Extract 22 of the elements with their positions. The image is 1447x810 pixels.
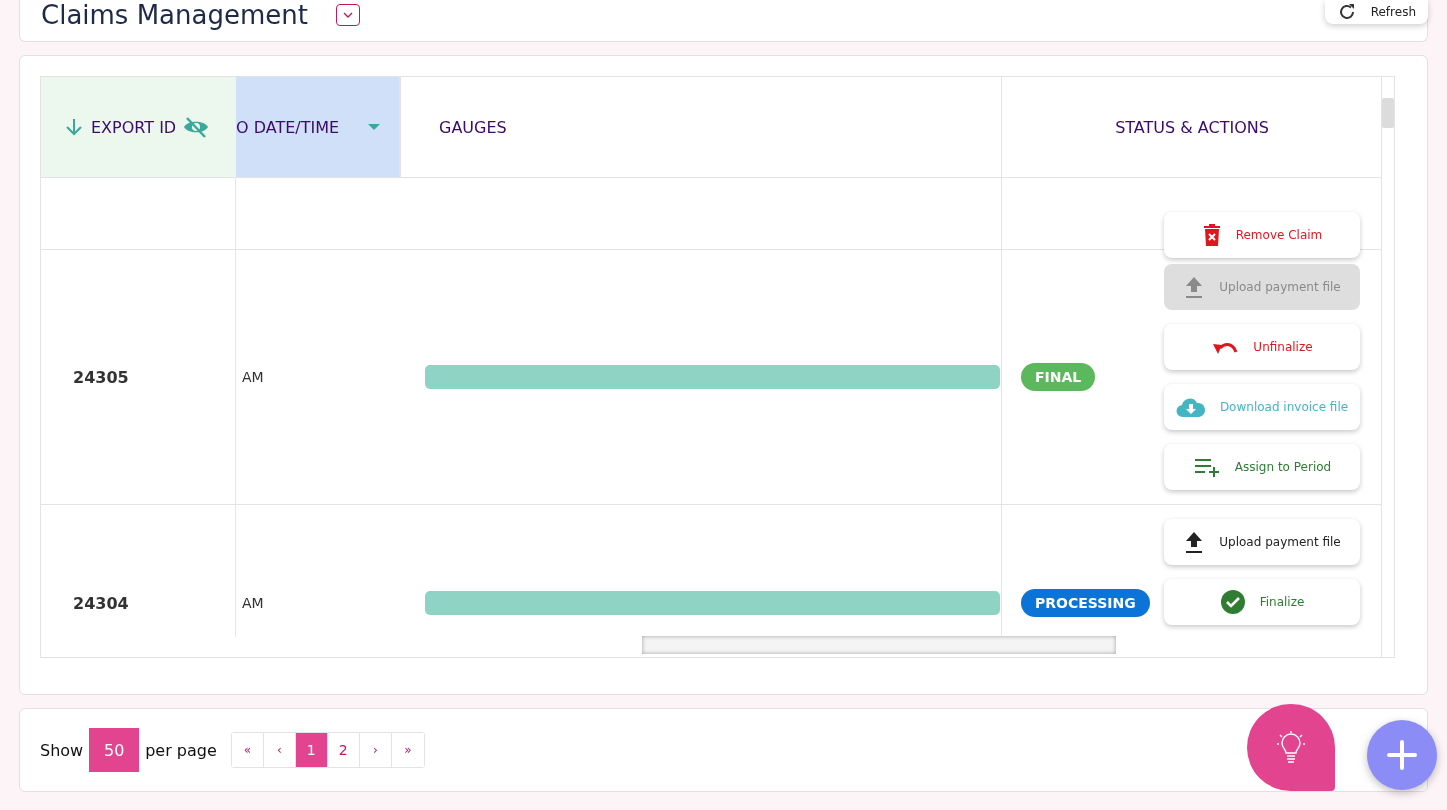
status-badge: PROCESSING xyxy=(1021,589,1150,617)
action-button[interactable]: Assign to Period xyxy=(1164,444,1360,490)
page-link[interactable]: « xyxy=(231,733,264,767)
action-button[interactable]: Remove Claim xyxy=(1164,212,1360,258)
export-id: 24304 xyxy=(73,593,129,613)
status-badge: FINAL xyxy=(1021,363,1096,391)
page-title: Claims Management xyxy=(41,0,308,30)
column-header[interactable]: STATUS & ACTIONS xyxy=(1002,77,1382,177)
column-header[interactable]: EXPORT ID xyxy=(41,77,236,177)
refresh-button[interactable]: Refresh xyxy=(1324,0,1428,24)
show-label: Show xyxy=(40,740,84,760)
action-button[interactable]: Finalize xyxy=(1164,579,1360,625)
per-page-label: per page xyxy=(145,740,217,760)
date-time: AM xyxy=(242,595,264,611)
column-header[interactable]: GAUGES xyxy=(401,77,1002,177)
page-size-button[interactable]: 50 xyxy=(89,728,140,772)
action-button[interactable]: Unfinalize xyxy=(1164,324,1360,370)
action-button[interactable]: Upload payment file xyxy=(1164,519,1360,565)
date-time: AM xyxy=(242,369,264,385)
page-link[interactable]: 1 xyxy=(295,733,328,767)
column-header[interactable]: O DATE/TIME xyxy=(236,77,401,177)
export-id: 24305 xyxy=(73,367,129,387)
